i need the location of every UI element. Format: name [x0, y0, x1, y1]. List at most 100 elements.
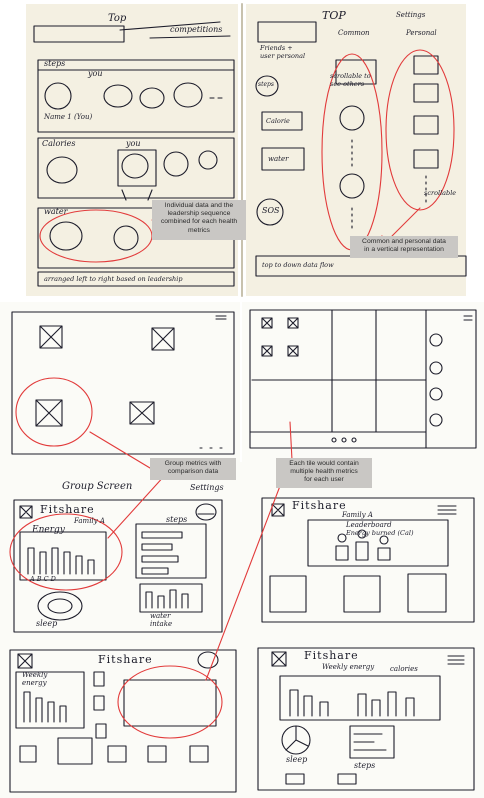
s1-cal-circle-3: [163, 151, 189, 177]
s1-steps-bar: [37, 59, 235, 71]
s1-cal-highlight: [117, 149, 157, 187]
s6-logo: [271, 503, 285, 517]
s7-side-3: [95, 723, 107, 739]
s1-you-cal: you: [126, 139, 141, 148]
s2-personal-box-4: [413, 149, 439, 169]
s4-menu-icon: [463, 315, 473, 321]
s7-bottom-2: [107, 745, 127, 763]
s5-water-intake: water intake: [150, 612, 173, 628]
s4-frame: [249, 309, 477, 449]
s8-menu-icon: [447, 655, 465, 665]
s5-steps-bars: [141, 531, 183, 575]
s8-brand: Fitshare: [304, 649, 359, 662]
s4-side-circle-2: [429, 361, 443, 375]
s7-bottom-1: [19, 745, 37, 763]
s1-competitions: competitions: [170, 25, 223, 34]
red-annotations: [9, 49, 455, 739]
s2-bottom-note: top to down data flow: [262, 261, 334, 269]
red-ellipse-tile: [15, 377, 93, 447]
s7-side-2: [93, 695, 105, 711]
s2-top-label: TOP: [322, 9, 346, 22]
s1-steps-circle-1: [44, 82, 72, 110]
annotation-individual-data: Individual data and the leadership seque…: [152, 200, 246, 240]
s8-steps-bars: [353, 733, 387, 751]
s4-mini-2: [287, 317, 299, 329]
s8-bars: [289, 689, 415, 717]
s1-water-circle-1: [49, 221, 83, 251]
annotation-group-metrics: Group metrics with comparison data: [150, 458, 236, 480]
s5-settings-icon: [195, 503, 217, 521]
s6-brand: Fitshare: [292, 499, 347, 512]
s2-common: Common: [338, 29, 370, 37]
s1-steps-circle-2: [103, 84, 133, 108]
s5-logo: [19, 505, 33, 519]
s8-sleep: sleep: [286, 755, 308, 764]
s7-menu-icon: [197, 651, 219, 669]
s4-side-circle-1: [429, 333, 443, 347]
s7-logo: [17, 653, 33, 669]
s1-calories-label: Calories: [42, 139, 76, 148]
sketch3-lines: [11, 311, 235, 455]
s5-sleep-outer: [37, 591, 83, 621]
s1-cal-circle-2: [121, 153, 149, 179]
red-ellipse-water: [39, 209, 153, 263]
s2-scrollable: scrollable to see others: [330, 72, 371, 88]
s2-steps: steps: [258, 81, 274, 88]
s1-cal-circle-1: [46, 156, 78, 184]
s3-tile-2: [151, 327, 175, 351]
s7-focus-box: [123, 679, 217, 727]
s6-podium-3: [377, 547, 391, 561]
s7-brand: Fitshare: [98, 653, 153, 666]
s8-bottom-2: [337, 773, 357, 785]
sketch-collage: Top competitions steps you Name 1 (You) …: [0, 0, 484, 798]
s1-steps-circle-3: [139, 87, 165, 109]
s3-tile-4: [129, 401, 155, 425]
s2-water: water: [268, 155, 289, 163]
s1-water-circle-2: [113, 225, 139, 251]
s8-bottom-1: [285, 773, 305, 785]
s7-energy: energy: [22, 679, 47, 687]
s3-tile-1: [39, 325, 63, 349]
s6-family: Family A: [342, 511, 373, 519]
s6-tile-2: [343, 575, 381, 613]
s8-calories: calories: [390, 665, 418, 673]
s1-header-box: [33, 25, 125, 43]
s2-personal-box-3: [413, 115, 439, 135]
red-ellipse-weekly: [117, 665, 223, 739]
red-line-1: [89, 431, 151, 469]
red-line-7: [391, 207, 421, 237]
s5-water-box: [139, 583, 203, 613]
s2-settings: Settings: [396, 11, 426, 19]
s5-family: Family A: [74, 517, 105, 525]
s7-energy-bars: [23, 691, 67, 723]
s3-frame: [11, 311, 235, 455]
s4-nav-dot-1: [331, 437, 337, 443]
s5-sleep-inner: [47, 598, 73, 614]
s5-energy: Energy: [32, 525, 65, 535]
s4-mini-4: [287, 345, 299, 357]
s7-side-1: [93, 671, 105, 687]
s1-top-label: Top: [108, 13, 127, 24]
s8-steps: steps: [354, 761, 376, 770]
s2-personal-box-2: [413, 83, 439, 103]
s5-brand: Fitshare: [40, 503, 95, 516]
s6-avatar-3: [379, 535, 389, 545]
s2-friends: Friends + user personal: [260, 44, 306, 60]
s6-tile-3: [407, 573, 447, 613]
s2-personal-box-1: [413, 55, 439, 75]
s3-menu-icon: [215, 315, 227, 320]
s2-header-box: [257, 21, 317, 43]
s7-center-tile: [57, 737, 93, 765]
s6-menu-icon: [437, 505, 457, 515]
s1-name-you: Name 1 (You): [44, 113, 93, 121]
s5-steps: steps: [166, 515, 188, 524]
s4-grid: [249, 309, 427, 449]
s5-energy-box: [19, 531, 107, 581]
s7-weekly: Weekly: [22, 671, 48, 679]
s4-mini-1: [261, 317, 273, 329]
s5-settings: Settings: [190, 483, 224, 492]
s2-personal: Personal: [406, 29, 437, 37]
annotation-common-personal: Common and personal data in a vertical r…: [350, 236, 458, 258]
s4-nav-dot-3: [351, 437, 357, 443]
s2-sos: SOS: [262, 206, 280, 215]
